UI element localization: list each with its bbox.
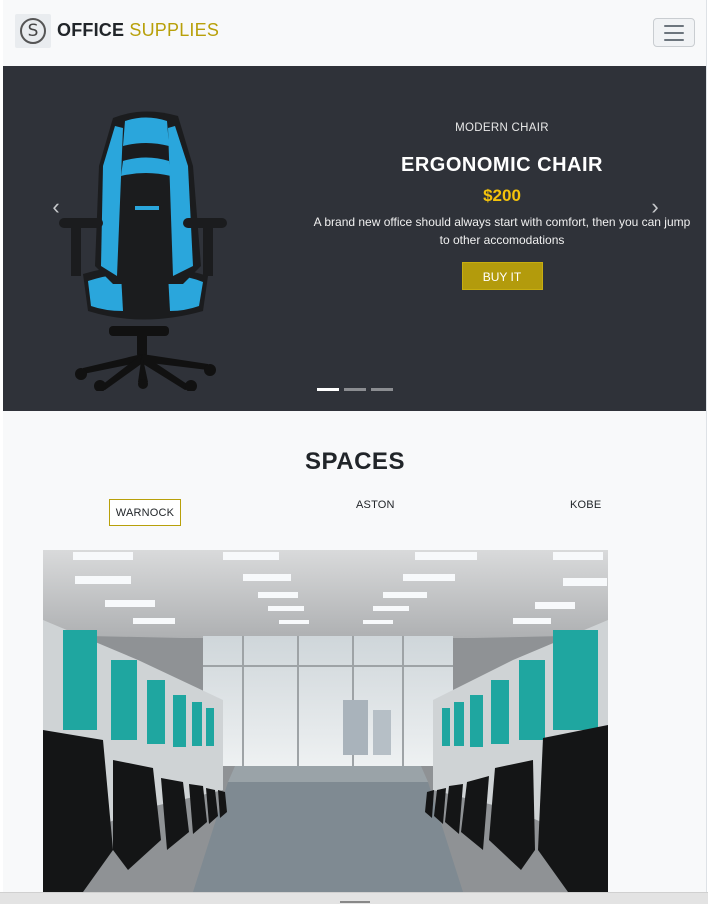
page: S OFFICE SUPPLIES ‹ › MODERN CHAIR ERGON…: [3, 0, 707, 892]
navbar: S OFFICE SUPPLIES: [3, 0, 706, 66]
spaces-heading: SPACES: [305, 448, 405, 475]
product-price: $200: [483, 186, 521, 205]
hero-carousel: ‹ › MODERN CHAIR ERGONOMIC CHAIR $200 A …: [3, 66, 706, 411]
carousel-indicator-2[interactable]: [344, 388, 366, 391]
carousel-caption: MODERN CHAIR ERGONOMIC CHAIR $200 A bran…: [303, 122, 701, 290]
tab-kobe[interactable]: KOBE: [570, 499, 601, 511]
carousel-indicator-1[interactable]: [317, 388, 339, 391]
carousel-indicators: [317, 388, 393, 391]
product-description: A brand new office should always start w…: [313, 215, 691, 247]
brand-name-first: OFFICE: [57, 20, 125, 40]
hamburger-icon-bar: [664, 38, 684, 41]
gaming-chair-image: [43, 106, 243, 392]
brand-name-second: SUPPLIES: [129, 20, 220, 40]
buy-it-button[interactable]: BUY IT: [461, 262, 543, 290]
product-category: MODERN CHAIR: [455, 122, 549, 134]
menu-toggle-button[interactable]: [653, 18, 695, 47]
product-title: ERGONOMIC CHAIR: [401, 154, 603, 176]
carousel-prev-icon[interactable]: ‹: [46, 192, 66, 222]
tab-warnock[interactable]: WARNOCK: [109, 499, 181, 526]
brand-name[interactable]: OFFICE SUPPLIES: [57, 20, 219, 41]
hamburger-icon-bar: [664, 31, 684, 34]
hamburger-icon-bar: [664, 24, 684, 27]
office-space-image: [43, 550, 608, 892]
scrollbar-thumb[interactable]: [340, 901, 370, 903]
logo-mark: S: [20, 18, 46, 44]
brand-logo[interactable]: S: [15, 14, 51, 48]
carousel-indicator-3[interactable]: [371, 388, 393, 391]
tab-aston[interactable]: ASTON: [356, 499, 395, 511]
horizontal-scrollbar[interactable]: [0, 892, 708, 904]
